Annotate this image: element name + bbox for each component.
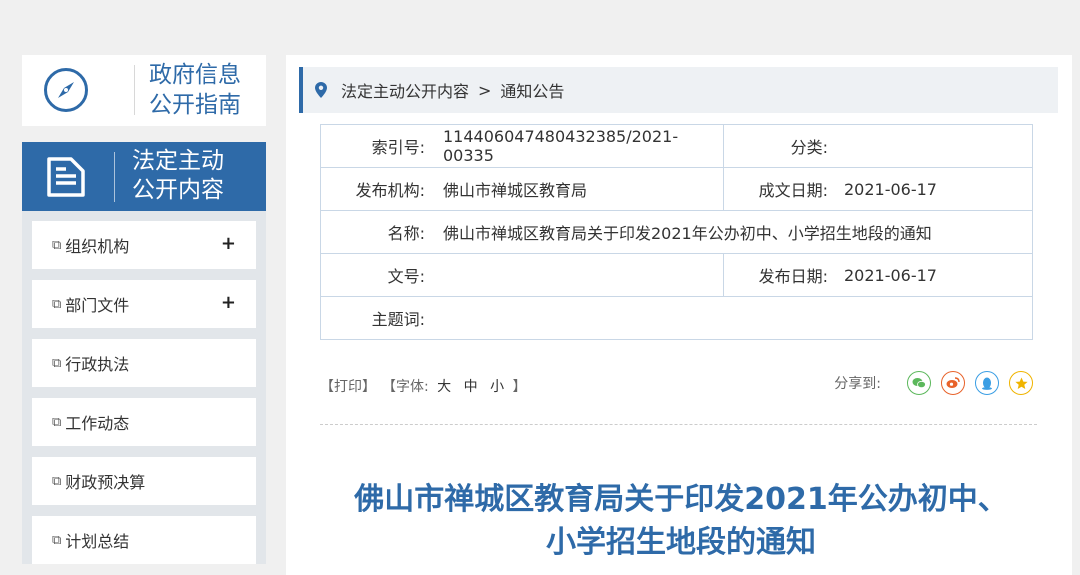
sidebar-item-law-enforcement[interactable]: ⧉ 行政执法 <box>32 339 256 387</box>
category-label: 分类: <box>723 124 828 168</box>
created-date-label: 成文日期: <box>723 167 828 211</box>
published-date-label: 发布日期: <box>723 253 828 297</box>
qq-icon[interactable] <box>975 371 999 395</box>
table-row: 文号: 发布日期: 2021-06-17 <box>320 253 1033 297</box>
copy-icon: ⧉ <box>52 473 62 489</box>
share-bar: 分享到: <box>834 371 1033 395</box>
name-value: 佛山市禅城区教育局关于印发2021年公办初中、小学招生地段的通知 <box>429 210 1033 254</box>
sidebar-item-organization[interactable]: ⧉ 组织机构 + <box>32 221 256 269</box>
active-section-title: 法定主动公开内容 <box>132 148 224 203</box>
divider <box>114 152 115 202</box>
share-label: 分享到: <box>834 376 881 392</box>
font-small-button[interactable]: 小 <box>490 379 504 395</box>
publisher-label: 发布机构: <box>320 167 429 211</box>
copy-icon: ⧉ <box>52 355 62 371</box>
breadcrumb-separator: > <box>478 80 492 100</box>
table-row: 发布机构: 佛山市禅城区教育局 成文日期: 2021-06-17 <box>320 167 1033 211</box>
print-button[interactable]: 【打印】 <box>320 376 376 396</box>
location-pin-icon <box>315 82 327 98</box>
sidebar-item-work-news[interactable]: ⧉ 工作动态 <box>32 398 256 446</box>
sidebar-item-plans[interactable]: ⧉ 计划总结 <box>32 516 256 564</box>
keywords-label: 主题词: <box>320 296 429 340</box>
document-title-line: 小学招生地段的通知 <box>546 525 816 560</box>
font-large-button[interactable]: 大 <box>437 379 451 395</box>
sidebar-item-label: 财政预决算 <box>65 473 146 492</box>
document-title: 佛山市禅城区教育局关于印发2021年公办初中、 小学招生地段的通知 <box>306 478 1056 564</box>
created-date-value: 2021-06-17 <box>828 167 1033 211</box>
doc-number-label: 文号: <box>320 253 429 297</box>
sidebar-item-label: 行政执法 <box>65 355 130 374</box>
table-row: 名称: 佛山市禅城区教育局关于印发2021年公办初中、小学招生地段的通知 <box>320 210 1033 254</box>
table-row: 主题词: <box>320 296 1033 340</box>
divider <box>134 65 135 115</box>
copy-icon: ⧉ <box>52 414 62 430</box>
sidebar-item-label: 工作动态 <box>65 414 130 433</box>
name-label: 名称: <box>320 210 429 254</box>
public-info-guide-link[interactable]: 政府信息公开指南 <box>22 55 266 126</box>
compass-icon <box>44 68 88 112</box>
font-label-end: 】 <box>512 379 527 395</box>
category-value <box>828 124 1033 168</box>
breadcrumb-current[interactable]: 通知公告 <box>500 78 564 102</box>
sidebar-menu: ⧉ 组织机构 + ⧉ 部门文件 + ⧉ 行政执法 ⧉ 工作动态 ⧉ 财政预决算 … <box>22 211 266 564</box>
guide-title: 政府信息公开指南 <box>149 62 241 118</box>
keywords-value <box>429 296 1033 340</box>
active-section-header[interactable]: 法定主动公开内容 <box>22 142 266 211</box>
font-medium-button[interactable]: 中 <box>464 379 478 395</box>
copy-icon: ⧉ <box>52 296 62 312</box>
sidebar-item-label: 部门文件 <box>65 296 130 315</box>
qzone-icon[interactable] <box>1009 371 1033 395</box>
breadcrumb: 法定主动公开内容 > 通知公告 <box>299 67 1058 113</box>
sidebar-item-label: 计划总结 <box>65 532 130 551</box>
document-icon <box>47 157 85 197</box>
publisher-value: 佛山市禅城区教育局 <box>429 167 724 211</box>
index-value: 114406047480432385/2021-00335 <box>429 124 724 168</box>
font-label: 【字体: <box>382 379 429 395</box>
index-label: 索引号: <box>320 124 429 168</box>
document-title-line: 佛山市禅城区教育局关于印发2021年公办初中、 <box>354 482 1008 517</box>
font-size-control: 【字体: 大 中 小 】 <box>382 376 527 396</box>
wechat-icon[interactable] <box>907 371 931 395</box>
published-date-value: 2021-06-17 <box>828 253 1033 297</box>
sidebar-item-budget[interactable]: ⧉ 财政预决算 <box>32 457 256 505</box>
main-content: 法定主动公开内容 > 通知公告 索引号: 114406047480432385/… <box>286 55 1072 575</box>
table-row: 索引号: 114406047480432385/2021-00335 分类: <box>320 124 1033 168</box>
expand-icon[interactable]: + <box>221 292 236 313</box>
document-toolbar: 【打印】 【字体: 大 中 小 】 分享到: <box>320 371 1033 401</box>
copy-icon: ⧉ <box>52 532 62 548</box>
sidebar-item-label: 组织机构 <box>65 237 130 256</box>
expand-icon[interactable]: + <box>221 233 236 254</box>
weibo-icon[interactable] <box>941 371 965 395</box>
dashed-divider <box>320 424 1037 425</box>
document-metadata-table: 索引号: 114406047480432385/2021-00335 分类: 发… <box>320 124 1033 340</box>
sidebar-item-department-docs[interactable]: ⧉ 部门文件 + <box>32 280 256 328</box>
doc-number-value <box>429 253 724 297</box>
breadcrumb-item[interactable]: 法定主动公开内容 <box>341 78 469 102</box>
copy-icon: ⧉ <box>52 237 62 253</box>
sidebar: 政府信息公开指南 法定主动公开内容 ⧉ 组织机构 + ⧉ 部门文件 + ⧉ 行政… <box>22 55 266 575</box>
